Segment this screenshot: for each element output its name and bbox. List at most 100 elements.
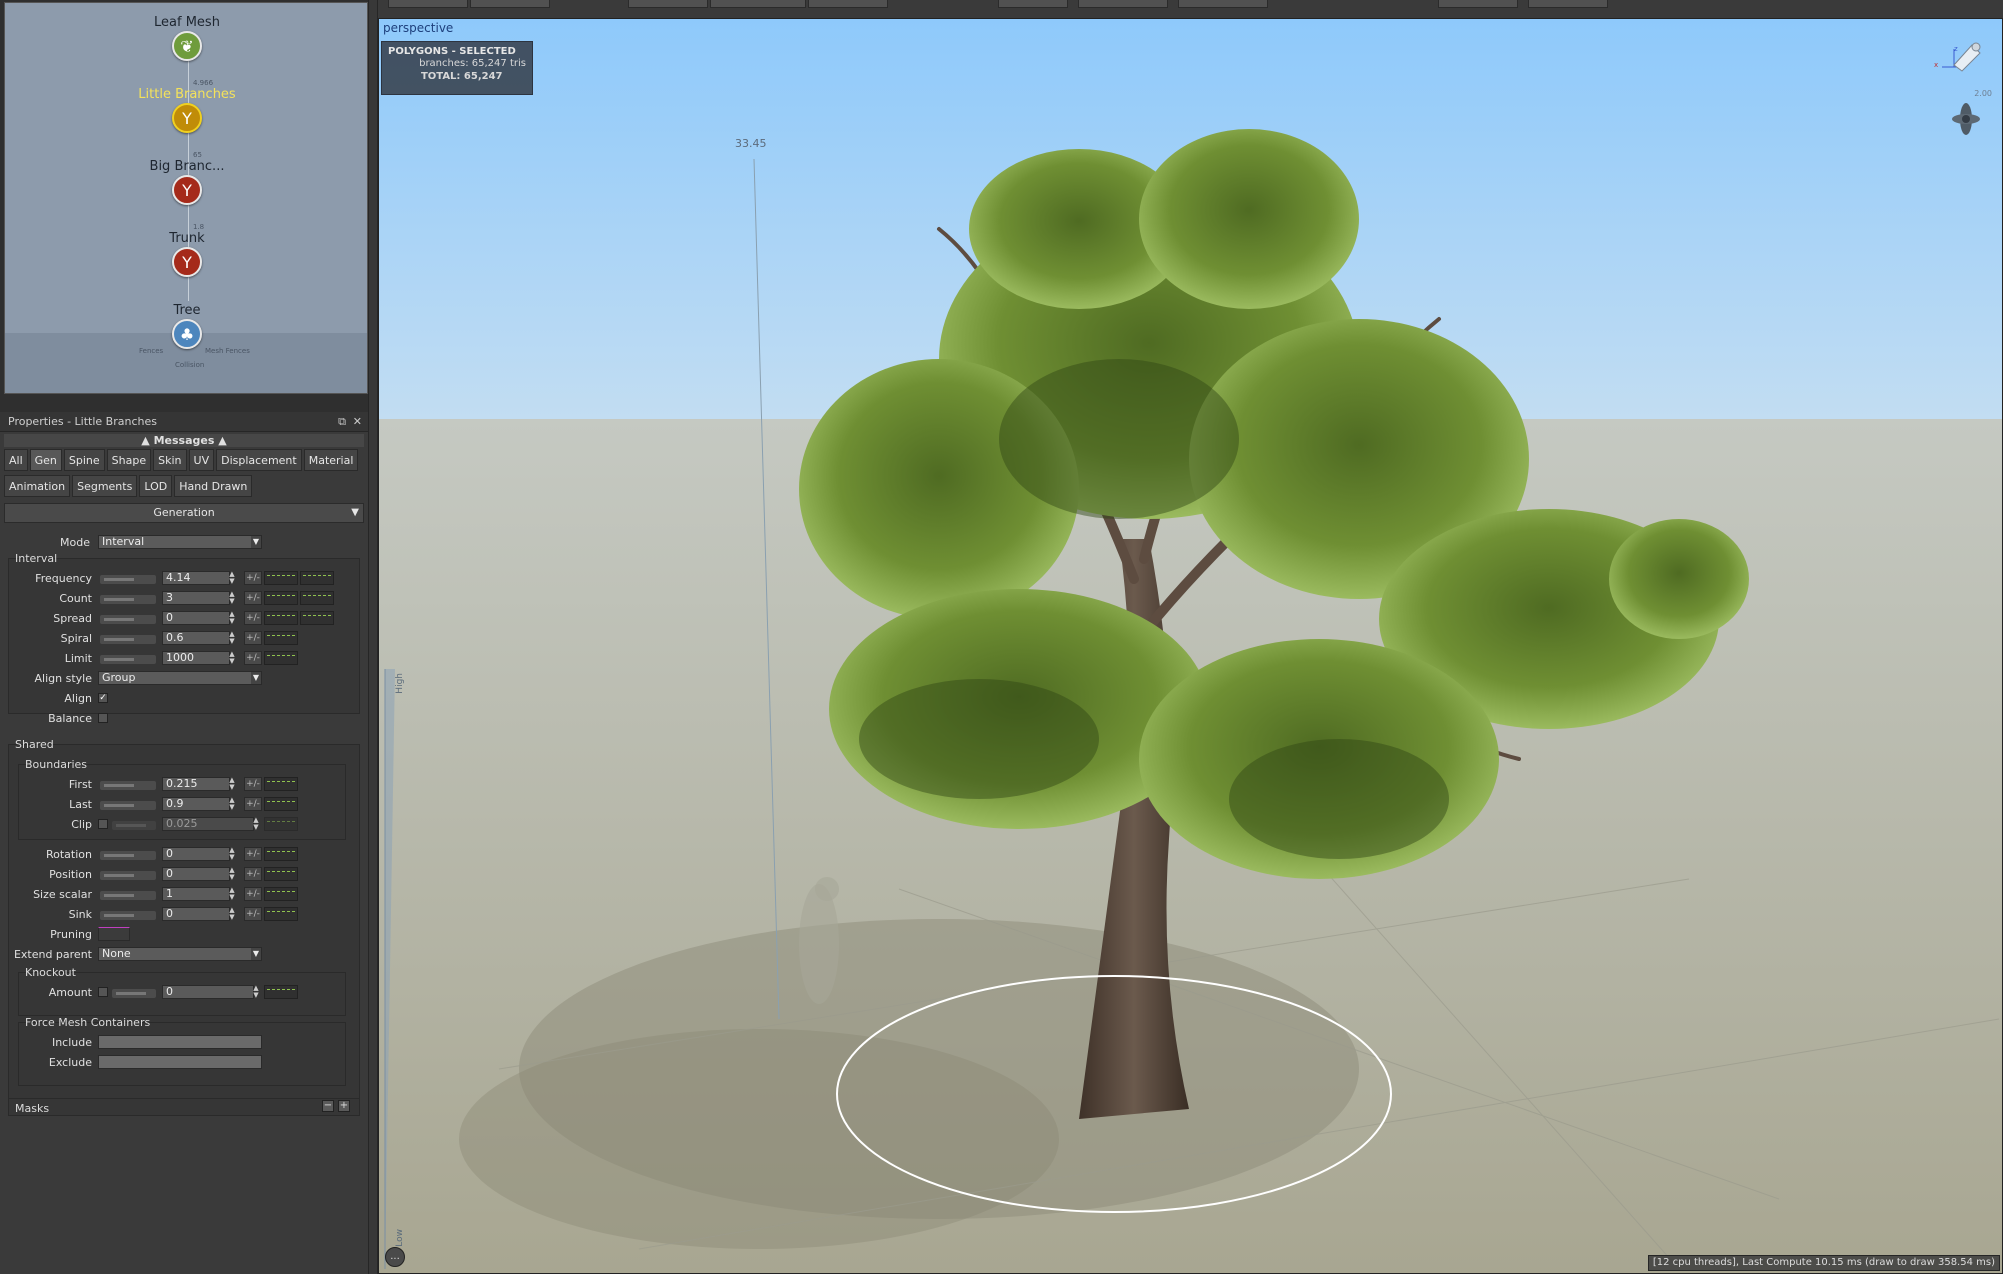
size-scalar-field[interactable]: 1: [162, 887, 230, 901]
graph-node-leaf-mesh[interactable]: Leaf Mesh ❦: [5, 15, 367, 61]
frequency-pm-button[interactable]: +/-: [244, 571, 262, 585]
first-field[interactable]: 0.215: [162, 777, 230, 791]
light-direction-icon[interactable]: [1948, 37, 1984, 77]
subnode-fences[interactable]: Fences: [139, 347, 163, 355]
rotation-pm-button[interactable]: +/-: [244, 847, 262, 861]
sink-spinner[interactable]: ▲ ▼: [228, 907, 236, 921]
position-slider[interactable]: [100, 871, 156, 880]
toolbar-button[interactable]: [1178, 0, 1268, 8]
tab-displacement[interactable]: Displacement: [216, 449, 302, 471]
float-icon[interactable]: ⧉: [338, 412, 346, 432]
3d-viewport[interactable]: perspective POLYGONS - SELECTED branches…: [378, 18, 2003, 1274]
minus-icon[interactable]: −: [322, 1100, 334, 1112]
count-spinner[interactable]: ▲ ▼: [228, 591, 236, 605]
pruning-control[interactable]: [98, 927, 130, 941]
amount-field[interactable]: 0: [162, 985, 254, 999]
frequency-slider[interactable]: [100, 575, 156, 584]
clip-checkbox[interactable]: [98, 819, 108, 829]
frequency-spinner[interactable]: ▲ ▼: [228, 571, 236, 585]
graph-node-little-branches[interactable]: Little Branches Y: [5, 87, 367, 133]
spread-curve-2[interactable]: [300, 611, 334, 625]
toolbar-button[interactable]: [1438, 0, 1518, 8]
align-style-select[interactable]: Group ▼: [98, 671, 262, 685]
toolbar-button[interactable]: [628, 0, 708, 8]
count-slider[interactable]: [100, 595, 156, 604]
spiral-spinner[interactable]: ▲ ▼: [228, 631, 236, 645]
position-pm-button[interactable]: +/-: [244, 867, 262, 881]
tab-gen[interactable]: Gen: [29, 449, 62, 471]
sink-slider[interactable]: [100, 911, 156, 920]
limit-slider[interactable]: [100, 655, 156, 664]
rotation-curve[interactable]: [264, 847, 298, 861]
exclude-field[interactable]: [98, 1055, 262, 1069]
clip-spinner[interactable]: ▲ ▼: [252, 817, 260, 831]
lod-high-low-bar[interactable]: High Low: [383, 669, 405, 1269]
subnode-mesh-fences[interactable]: Mesh Fences: [205, 347, 250, 355]
viewport-label[interactable]: perspective: [383, 21, 453, 35]
toolbar-button[interactable]: [1528, 0, 1608, 8]
limit-curve[interactable]: [264, 651, 298, 665]
size-scalar-spinner[interactable]: ▲ ▼: [228, 887, 236, 901]
sink-pm-button[interactable]: +/-: [244, 907, 262, 921]
last-pm-button[interactable]: +/-: [244, 797, 262, 811]
plus-icon[interactable]: +: [338, 1100, 350, 1112]
position-field[interactable]: 0: [162, 867, 230, 881]
count-curve[interactable]: [264, 591, 298, 605]
balance-checkbox[interactable]: [98, 713, 108, 723]
toolbar-button[interactable]: [1078, 0, 1168, 8]
toolbar-button[interactable]: [388, 0, 468, 8]
count-curve-2[interactable]: [300, 591, 334, 605]
limit-spinner[interactable]: ▲ ▼: [228, 651, 236, 665]
toolbar-button[interactable]: [998, 0, 1068, 8]
rotation-spinner[interactable]: ▲ ▼: [228, 847, 236, 861]
generator-graph[interactable]: 4.966 65 1.8 Leaf Mesh ❦ Little Branches…: [4, 2, 368, 394]
tab-skin[interactable]: Skin: [153, 449, 187, 471]
tab-shape[interactable]: Shape: [106, 449, 152, 471]
limit-field[interactable]: 1000: [162, 651, 230, 665]
clip-field[interactable]: 0.025: [162, 817, 254, 831]
mode-select[interactable]: Interval ▼: [98, 535, 262, 549]
extend-parent-select[interactable]: None ▼: [98, 947, 262, 961]
spread-curve[interactable]: [264, 611, 298, 625]
tab-lod[interactable]: LOD: [139, 475, 173, 497]
subnode-collision[interactable]: Collision: [175, 361, 204, 369]
clip-curve[interactable]: [264, 817, 298, 831]
spiral-pm-button[interactable]: +/-: [244, 631, 262, 645]
sink-curve[interactable]: [264, 907, 298, 921]
count-field[interactable]: 3: [162, 591, 230, 605]
messages-bar[interactable]: ▲ Messages ▲: [4, 434, 364, 447]
graph-node-big-branches[interactable]: Big Branc... Y: [5, 159, 367, 205]
first-spinner[interactable]: ▲ ▼: [228, 777, 236, 791]
spiral-slider[interactable]: [100, 635, 156, 644]
spiral-curve[interactable]: [264, 631, 298, 645]
align-checkbox[interactable]: ✓: [98, 693, 108, 703]
size-scalar-curve[interactable]: [264, 887, 298, 901]
size-scalar-slider[interactable]: [100, 891, 156, 900]
toolbar-button[interactable]: [710, 0, 806, 8]
tab-all[interactable]: All: [4, 449, 28, 471]
fan-wind-icon[interactable]: [1948, 99, 1984, 143]
amount-spinner[interactable]: ▲ ▼: [252, 985, 260, 999]
position-spinner[interactable]: ▲ ▼: [228, 867, 236, 881]
toolbar-button[interactable]: [808, 0, 888, 8]
sink-field[interactable]: 0: [162, 907, 230, 921]
last-spinner[interactable]: ▲ ▼: [228, 797, 236, 811]
rotation-field[interactable]: 0: [162, 847, 230, 861]
close-icon[interactable]: ✕: [353, 412, 362, 432]
spiral-field[interactable]: 0.6: [162, 631, 230, 645]
clip-slider[interactable]: [112, 821, 156, 830]
first-curve[interactable]: [264, 777, 298, 791]
spread-slider[interactable]: [100, 615, 156, 624]
more-options-button[interactable]: ...: [385, 1247, 405, 1267]
panel-splitter[interactable]: [368, 0, 378, 1274]
spread-spinner[interactable]: ▲ ▼: [228, 611, 236, 625]
count-pm-button[interactable]: +/-: [244, 591, 262, 605]
last-slider[interactable]: [100, 801, 156, 810]
include-field[interactable]: [98, 1035, 262, 1049]
tab-hand-drawn[interactable]: Hand Drawn: [174, 475, 253, 497]
amount-slider[interactable]: [112, 989, 156, 998]
tab-uv[interactable]: UV: [188, 449, 215, 471]
tab-material[interactable]: Material: [303, 449, 359, 471]
first-pm-button[interactable]: +/-: [244, 777, 262, 791]
tab-animation[interactable]: Animation: [4, 475, 71, 497]
